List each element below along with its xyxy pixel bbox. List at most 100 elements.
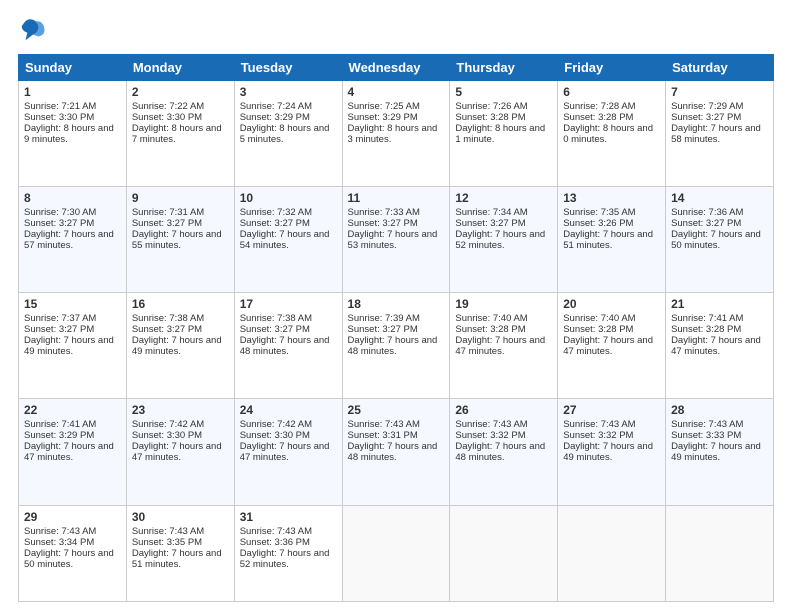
sunset-text: Sunset: 3:27 PM xyxy=(24,324,94,335)
sunrise-text: Sunrise: 7:35 AM xyxy=(563,207,635,218)
day-number: 21 xyxy=(671,297,768,311)
daylight-text: Daylight: 7 hours and 47 minutes. xyxy=(563,335,653,357)
sunrise-text: Sunrise: 7:28 AM xyxy=(563,101,635,112)
calendar-cell: 30Sunrise: 7:43 AMSunset: 3:35 PMDayligh… xyxy=(126,505,234,602)
sunrise-text: Sunrise: 7:41 AM xyxy=(671,313,743,324)
weekday-monday: Monday xyxy=(126,55,234,81)
sunset-text: Sunset: 3:29 PM xyxy=(240,112,310,123)
day-number: 7 xyxy=(671,85,768,99)
week-row-1: 1Sunrise: 7:21 AMSunset: 3:30 PMDaylight… xyxy=(19,81,774,187)
calendar-cell: 27Sunrise: 7:43 AMSunset: 3:32 PMDayligh… xyxy=(558,399,666,505)
logo xyxy=(18,16,48,44)
sunset-text: Sunset: 3:30 PM xyxy=(24,112,94,123)
calendar-cell: 18Sunrise: 7:39 AMSunset: 3:27 PMDayligh… xyxy=(342,293,450,399)
sunset-text: Sunset: 3:27 PM xyxy=(348,324,418,335)
daylight-text: Daylight: 7 hours and 54 minutes. xyxy=(240,229,330,251)
day-number: 1 xyxy=(24,85,121,99)
day-number: 6 xyxy=(563,85,660,99)
day-number: 29 xyxy=(24,510,121,524)
sunset-text: Sunset: 3:36 PM xyxy=(240,537,310,548)
sunset-text: Sunset: 3:27 PM xyxy=(671,218,741,229)
sunrise-text: Sunrise: 7:32 AM xyxy=(240,207,312,218)
sunrise-text: Sunrise: 7:43 AM xyxy=(671,419,743,430)
day-number: 8 xyxy=(24,191,121,205)
calendar-cell: 21Sunrise: 7:41 AMSunset: 3:28 PMDayligh… xyxy=(666,293,774,399)
day-number: 23 xyxy=(132,403,229,417)
sunrise-text: Sunrise: 7:40 AM xyxy=(563,313,635,324)
daylight-text: Daylight: 7 hours and 48 minutes. xyxy=(240,335,330,357)
calendar-cell xyxy=(450,505,558,602)
calendar-cell: 23Sunrise: 7:42 AMSunset: 3:30 PMDayligh… xyxy=(126,399,234,505)
daylight-text: Daylight: 7 hours and 47 minutes. xyxy=(671,335,761,357)
sunset-text: Sunset: 3:34 PM xyxy=(24,537,94,548)
weekday-saturday: Saturday xyxy=(666,55,774,81)
calendar-cell: 29 Sunrise: 7:43 AMSunset: 3:34 PMDayligh… xyxy=(19,505,127,602)
weekday-header-row: SundayMondayTuesdayWednesdayThursdayFrid… xyxy=(19,55,774,81)
calendar-cell: 14 Sunrise: 7:36 AMSunset: 3:27 PMDayligh… xyxy=(666,187,774,293)
day-number: 26 xyxy=(455,403,552,417)
sunrise-text: Sunrise: 7:36 AM xyxy=(671,207,743,218)
sunrise-text: Sunrise: 7:26 AM xyxy=(455,101,527,112)
sunset-text: Sunset: 3:26 PM xyxy=(563,218,633,229)
sunrise-text: Sunrise: 7:43 AM xyxy=(240,526,312,537)
calendar-cell: 22 Sunrise: 7:41 AMSunset: 3:29 PMDayligh… xyxy=(19,399,127,505)
sunset-text: Sunset: 3:29 PM xyxy=(24,430,94,441)
sunset-text: Sunset: 3:27 PM xyxy=(132,324,202,335)
sunrise-text: Sunrise: 7:41 AM xyxy=(24,419,96,430)
daylight-text: Daylight: 7 hours and 50 minutes. xyxy=(24,548,114,570)
day-number: 22 xyxy=(24,403,121,417)
calendar-cell: 8Sunrise: 7:30 AMSunset: 3:27 PMDaylight… xyxy=(19,187,127,293)
daylight-text: Daylight: 7 hours and 48 minutes. xyxy=(348,335,438,357)
page: SundayMondayTuesdayWednesdayThursdayFrid… xyxy=(0,0,792,612)
sunrise-text: Sunrise: 7:25 AM xyxy=(348,101,420,112)
day-number: 11 xyxy=(348,191,445,205)
sunset-text: Sunset: 3:27 PM xyxy=(132,218,202,229)
sunset-text: Sunset: 3:27 PM xyxy=(348,218,418,229)
daylight-text: Daylight: 8 hours and 0 minutes. xyxy=(563,123,653,145)
calendar-cell: 31Sunrise: 7:43 AMSunset: 3:36 PMDayligh… xyxy=(234,505,342,602)
sunrise-text: Sunrise: 7:24 AM xyxy=(240,101,312,112)
calendar-cell: 26Sunrise: 7:43 AMSunset: 3:32 PMDayligh… xyxy=(450,399,558,505)
sunset-text: Sunset: 3:29 PM xyxy=(348,112,418,123)
sunrise-text: Sunrise: 7:40 AM xyxy=(455,313,527,324)
sunrise-text: Sunrise: 7:30 AM xyxy=(24,207,96,218)
sunrise-text: Sunrise: 7:43 AM xyxy=(24,526,96,537)
daylight-text: Daylight: 7 hours and 47 minutes. xyxy=(24,441,114,463)
day-number: 14 xyxy=(671,191,768,205)
daylight-text: Daylight: 7 hours and 47 minutes. xyxy=(132,441,222,463)
sunrise-text: Sunrise: 7:38 AM xyxy=(240,313,312,324)
day-number: 10 xyxy=(240,191,337,205)
sunset-text: Sunset: 3:35 PM xyxy=(132,537,202,548)
daylight-text: Daylight: 7 hours and 49 minutes. xyxy=(671,441,761,463)
sunrise-text: Sunrise: 7:42 AM xyxy=(240,419,312,430)
calendar-cell: 9Sunrise: 7:31 AMSunset: 3:27 PMDaylight… xyxy=(126,187,234,293)
calendar-cell: 20Sunrise: 7:40 AMSunset: 3:28 PMDayligh… xyxy=(558,293,666,399)
daylight-text: Daylight: 8 hours and 1 minute. xyxy=(455,123,545,145)
sunset-text: Sunset: 3:33 PM xyxy=(671,430,741,441)
calendar-cell: 16Sunrise: 7:38 AMSunset: 3:27 PMDayligh… xyxy=(126,293,234,399)
week-row-5: 29Sunrise: 7:43 AMSunset: 3:34 PMDayligh… xyxy=(19,505,774,602)
daylight-text: Daylight: 7 hours and 57 minutes. xyxy=(24,229,114,251)
header xyxy=(18,16,774,44)
sunset-text: Sunset: 3:27 PM xyxy=(240,218,310,229)
sunrise-text: Sunrise: 7:34 AM xyxy=(455,207,527,218)
day-number: 25 xyxy=(348,403,445,417)
sunset-text: Sunset: 3:28 PM xyxy=(455,112,525,123)
sunset-text: Sunset: 3:31 PM xyxy=(348,430,418,441)
calendar-cell: 4Sunrise: 7:25 AMSunset: 3:29 PMDaylight… xyxy=(342,81,450,187)
week-row-2: 8Sunrise: 7:30 AMSunset: 3:27 PMDaylight… xyxy=(19,187,774,293)
weekday-thursday: Thursday xyxy=(450,55,558,81)
calendar-cell xyxy=(666,505,774,602)
weekday-sunday: Sunday xyxy=(19,55,127,81)
day-number: 16 xyxy=(132,297,229,311)
daylight-text: Daylight: 7 hours and 50 minutes. xyxy=(671,229,761,251)
sunset-text: Sunset: 3:27 PM xyxy=(240,324,310,335)
week-row-3: 15Sunrise: 7:37 AMSunset: 3:27 PMDayligh… xyxy=(19,293,774,399)
day-number: 3 xyxy=(240,85,337,99)
day-number: 18 xyxy=(348,297,445,311)
daylight-text: Daylight: 7 hours and 47 minutes. xyxy=(240,441,330,463)
daylight-text: Daylight: 8 hours and 9 minutes. xyxy=(24,123,114,145)
daylight-text: Daylight: 7 hours and 52 minutes. xyxy=(240,548,330,570)
sunrise-text: Sunrise: 7:43 AM xyxy=(132,526,204,537)
daylight-text: Daylight: 7 hours and 49 minutes. xyxy=(563,441,653,463)
